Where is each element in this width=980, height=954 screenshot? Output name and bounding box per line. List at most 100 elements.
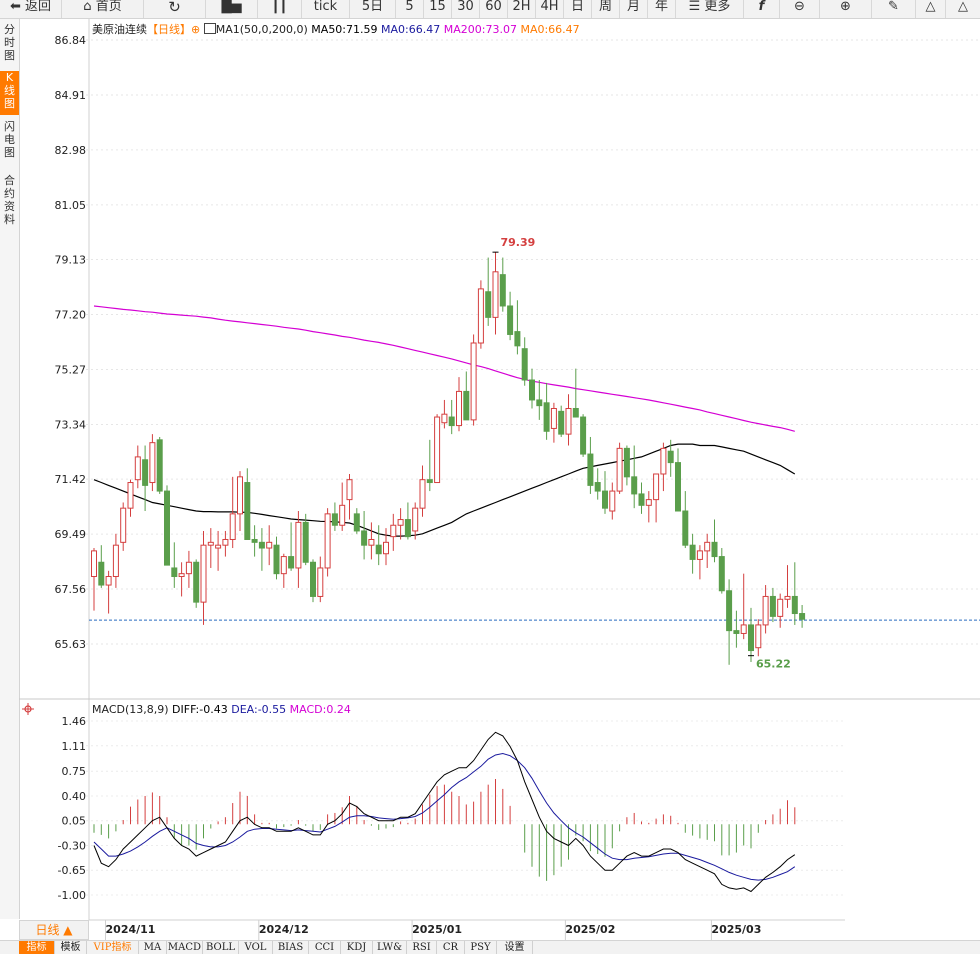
candle-body xyxy=(331,513,338,526)
candle-body xyxy=(200,544,207,603)
candle-body xyxy=(645,499,652,506)
candle-body xyxy=(273,544,280,575)
candle-body xyxy=(667,450,674,464)
candle-body xyxy=(112,544,119,578)
candle-body xyxy=(638,493,645,506)
candle-body xyxy=(529,379,535,401)
y-tick-label: 71.42 xyxy=(55,473,87,486)
candle-body xyxy=(171,567,178,578)
candle-body xyxy=(572,407,579,418)
dea-value: DEA:-0.55 xyxy=(231,703,287,716)
candle-body xyxy=(185,561,192,575)
macd-y-tick-label: 0.40 xyxy=(62,790,87,803)
candle-body xyxy=(791,595,798,615)
gear-icon[interactable] xyxy=(22,703,34,715)
candle-body xyxy=(565,407,572,435)
ma-edit-icon[interactable] xyxy=(203,23,216,34)
indicator-tab[interactable]: 模板 xyxy=(55,941,87,954)
macd-legend: MACD(13,8,9) DIFF:-0.43 DEA:-0.55 MACD:0… xyxy=(92,703,351,716)
y-tick-label: 82.98 xyxy=(55,144,87,157)
candle-body xyxy=(434,416,441,484)
candle-body xyxy=(310,561,316,597)
candle-body xyxy=(448,416,455,427)
y-tick-label: 73.34 xyxy=(55,418,87,431)
candle-body xyxy=(229,513,236,540)
indicator-tab[interactable]: VOL xyxy=(239,941,273,954)
indicator-tab[interactable]: MA xyxy=(139,941,167,954)
candle-body xyxy=(762,595,769,626)
indicator-tab[interactable]: CCI xyxy=(309,941,341,954)
indicator-tab[interactable]: PSY xyxy=(465,941,497,954)
candle-body xyxy=(91,550,97,578)
candle-body xyxy=(711,541,718,558)
candle-body xyxy=(507,305,514,335)
candle-body xyxy=(653,473,660,501)
candle-body xyxy=(718,556,725,592)
ma200-value: MA200:73.07 xyxy=(443,23,517,36)
y-tick-label: 86.84 xyxy=(55,34,87,47)
candle-body xyxy=(280,556,287,575)
candle-body xyxy=(580,416,587,455)
candle-body xyxy=(266,541,273,549)
x-tick-label: 2024/12 xyxy=(259,923,309,936)
indicator-tab[interactable]: BOLL xyxy=(203,941,239,954)
candle-body xyxy=(142,459,149,486)
candle-body xyxy=(412,507,419,532)
macd-y-tick-label: -0.30 xyxy=(58,839,86,852)
candle-body xyxy=(726,590,733,632)
candle-body xyxy=(324,513,331,569)
high-label: 79.39 xyxy=(501,236,536,249)
candle-body xyxy=(784,595,791,600)
period-selector-button[interactable]: 日线 ▲ xyxy=(19,920,89,940)
candle-body xyxy=(302,521,309,563)
y-tick-label: 79.13 xyxy=(55,254,87,267)
candle-body xyxy=(426,479,433,484)
candle-body xyxy=(558,410,565,435)
symbol-name: 美原油连续 xyxy=(92,23,147,36)
chart-canvas: 86.84 84.91 82.98 81.05 79.13 77.20 75.27 73.34… xyxy=(19,19,980,940)
candle-body xyxy=(164,490,170,566)
macd-y-tick-label: 1.11 xyxy=(62,740,87,753)
candle-body xyxy=(149,442,156,484)
candle-body xyxy=(134,456,141,481)
indicator-tab[interactable]: BIAS xyxy=(273,941,309,954)
macd-value: MACD:0.24 xyxy=(289,703,351,716)
indicator-tab[interactable]: LW& xyxy=(373,941,407,954)
candle-body xyxy=(156,439,163,492)
indicator-tab[interactable]: VIP指标 xyxy=(87,941,139,954)
candle-body xyxy=(755,624,762,649)
candle-body xyxy=(383,541,389,555)
indicator-tab[interactable]: RSI xyxy=(407,941,437,954)
indicator-tab[interactable]: 设置 xyxy=(497,941,533,954)
indicator-tab[interactable]: 指标 xyxy=(19,941,55,954)
indicator-tab[interactable]: MACD xyxy=(167,941,203,954)
candle-body xyxy=(288,556,295,569)
candle-body xyxy=(587,453,594,486)
candle-body xyxy=(660,447,667,475)
low-label: 65.22 xyxy=(756,658,791,671)
candle-body xyxy=(799,613,806,620)
ma0-value: MA0:66.47 xyxy=(381,23,441,36)
ma50-value: MA50:71.59 xyxy=(311,23,378,36)
candle-body xyxy=(485,291,492,318)
candle-body xyxy=(339,504,346,526)
candle-body xyxy=(193,561,200,603)
candle-body xyxy=(682,510,689,546)
candle-body xyxy=(237,476,243,515)
candle-body xyxy=(740,624,747,634)
candle-body xyxy=(769,595,776,617)
candle-body xyxy=(594,482,601,492)
candle-body xyxy=(696,550,703,560)
candle-body xyxy=(689,544,696,560)
candle-body xyxy=(346,479,353,501)
candle-body xyxy=(550,407,557,429)
candle-body xyxy=(514,331,521,347)
ma-params: MA1(50,0,200,0) xyxy=(215,23,308,36)
indicator-tab[interactable]: CR xyxy=(437,941,465,954)
macd-y-tick-label: 0.75 xyxy=(62,765,87,778)
period-settings-icon[interactable]: ⊕ xyxy=(191,23,200,36)
candle-body xyxy=(404,519,411,538)
indicator-tab[interactable]: KDJ xyxy=(341,941,373,954)
candle-body xyxy=(397,519,404,526)
candle-body xyxy=(631,476,638,495)
